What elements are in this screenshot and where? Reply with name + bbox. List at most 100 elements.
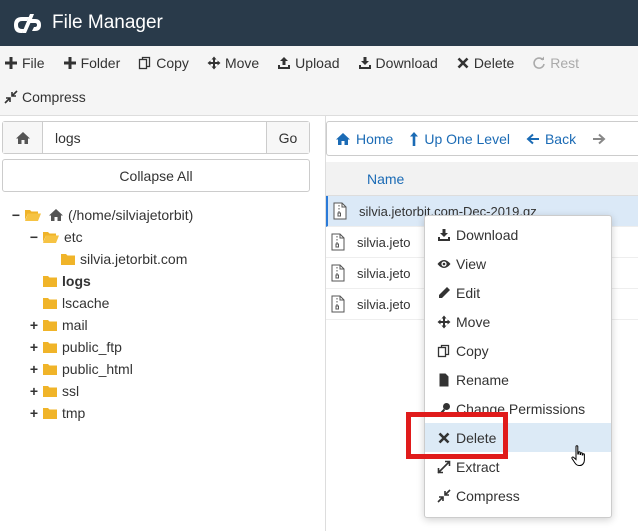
tree-item-label: etc <box>64 229 83 245</box>
download-label: Download <box>375 55 438 71</box>
tree-item-ssl[interactable]: + ssl <box>28 380 79 402</box>
home-button[interactable]: Home <box>327 131 401 147</box>
file-name: silvia.jeto <box>357 265 411 281</box>
move-label: Move <box>224 55 260 71</box>
delete-highlight-annotation <box>406 412 508 459</box>
new-file-label: File <box>22 55 45 71</box>
download-button[interactable]: Download <box>354 55 442 71</box>
compress-button[interactable]: Compress <box>0 89 90 105</box>
toolbar-row-1: File Folder Copy Move Upload Download De… <box>0 46 593 80</box>
new-folder-button[interactable]: Folder <box>59 55 125 71</box>
tree-item-public-html[interactable]: + public_html <box>28 358 133 380</box>
folder-icon <box>43 298 57 309</box>
upload-icon <box>278 57 291 69</box>
copy-icon <box>437 344 450 357</box>
app-header: File Manager <box>0 0 638 46</box>
pencil-icon <box>439 286 450 298</box>
folder-icon <box>43 276 57 287</box>
move-icon <box>207 56 221 70</box>
collapse-toggle[interactable]: − <box>10 207 22 223</box>
folder-icon <box>43 320 57 331</box>
up-one-level-label: Up One Level <box>424 130 510 147</box>
compress-label: Compress <box>22 89 86 105</box>
expand-toggle[interactable]: + <box>28 317 40 333</box>
move-button[interactable]: Move <box>203 55 263 71</box>
delete-button[interactable]: Delete <box>452 55 518 71</box>
copy-label: Copy <box>156 55 189 71</box>
folder-icon <box>61 254 75 265</box>
cpanel-logo-icon <box>14 14 41 33</box>
tree-item-label: tmp <box>62 405 86 421</box>
compress-icon <box>437 488 451 503</box>
back-button[interactable]: Back <box>518 131 584 147</box>
context-menu-view[interactable]: View <box>425 249 611 278</box>
up-one-level-button[interactable]: Up One Level <box>401 131 518 147</box>
collapse-all-button[interactable]: Collapse All <box>2 159 310 192</box>
archive-file-icon <box>331 295 345 313</box>
level-up-icon <box>410 131 419 146</box>
path-input[interactable] <box>43 122 266 153</box>
new-file-button[interactable]: File <box>0 55 49 71</box>
new-folder-label: Folder <box>80 55 121 71</box>
tree-item-public-ftp[interactable]: + public_ftp <box>28 336 122 358</box>
restore-label: Rest <box>550 55 580 71</box>
archive-file-icon <box>333 202 347 220</box>
file-name: silvia.jeto <box>357 234 411 250</box>
restore-button[interactable]: Rest <box>528 55 583 71</box>
expand-toggle[interactable]: + <box>28 361 40 377</box>
context-menu-edit[interactable]: Edit <box>425 278 611 307</box>
arrow-right-icon <box>593 133 606 144</box>
tree-item-label: logs <box>62 273 91 289</box>
copy-button[interactable]: Copy <box>134 55 193 71</box>
eye-icon <box>437 259 451 268</box>
tree-item-lscache[interactable]: lscache <box>28 292 109 314</box>
upload-button[interactable]: Upload <box>273 55 343 71</box>
context-menu-download[interactable]: Download <box>425 220 611 249</box>
context-menu-label: Rename <box>456 371 509 388</box>
tree-item-etc[interactable]: − etc <box>28 226 83 248</box>
toolbar: File Folder Copy Move Upload Download De… <box>0 46 638 116</box>
forward-button[interactable] <box>584 133 619 145</box>
app-title: File Manager <box>52 12 163 33</box>
home-icon <box>15 131 30 144</box>
folder-open-icon <box>43 232 59 243</box>
name-column-header[interactable]: Name <box>367 171 404 187</box>
tree-item-label: lscache <box>62 295 110 311</box>
path-search-bar: Go <box>2 121 310 154</box>
tree-item-tmp[interactable]: + tmp <box>28 402 85 424</box>
expand-toggle[interactable]: + <box>28 339 40 355</box>
folder-icon <box>43 364 57 375</box>
expand-toggle[interactable]: + <box>28 383 40 399</box>
context-menu-label: Move <box>456 313 491 330</box>
archive-file-icon <box>331 233 345 251</box>
plus-icon <box>63 57 76 69</box>
folder-icon <box>43 342 57 353</box>
tree-item-logs[interactable]: logs <box>28 270 91 292</box>
context-menu-label: Extract <box>456 458 500 475</box>
collapse-toggle[interactable]: − <box>28 229 40 245</box>
navigation-bar: Home Up One Level Back <box>326 121 638 156</box>
home-path-button[interactable] <box>3 122 43 153</box>
arrow-left-icon <box>526 133 539 144</box>
expand-toggle[interactable]: + <box>28 405 40 421</box>
tree-item-label: (/home/silviajetorbit) <box>68 207 194 223</box>
context-menu-rename[interactable]: Rename <box>425 365 611 394</box>
context-menu-label: Download <box>456 226 519 243</box>
file-icon <box>439 373 449 386</box>
context-menu-move[interactable]: Move <box>425 307 611 336</box>
context-menu-compress[interactable]: Compress <box>425 481 611 510</box>
folder-open-icon <box>25 210 41 221</box>
restore-icon <box>533 56 546 69</box>
tree-item-label: public_html <box>62 361 133 377</box>
tree-item-silvia-jetorbit-com[interactable]: silvia.jetorbit.com <box>46 248 187 270</box>
context-menu-label: Edit <box>456 284 481 301</box>
tree-item-mail[interactable]: + mail <box>28 314 88 336</box>
toolbar-row-2: Compress <box>0 80 100 114</box>
home-button-label: Home <box>356 130 394 147</box>
folder-icon <box>43 386 57 397</box>
plus-icon <box>5 57 17 69</box>
context-menu-copy[interactable]: Copy <box>425 336 611 365</box>
go-button[interactable]: Go <box>266 122 309 153</box>
tree-item-home[interactable]: − (/home/silviajetorbit) <box>10 204 193 226</box>
tree-item-label: public_ftp <box>62 339 122 355</box>
